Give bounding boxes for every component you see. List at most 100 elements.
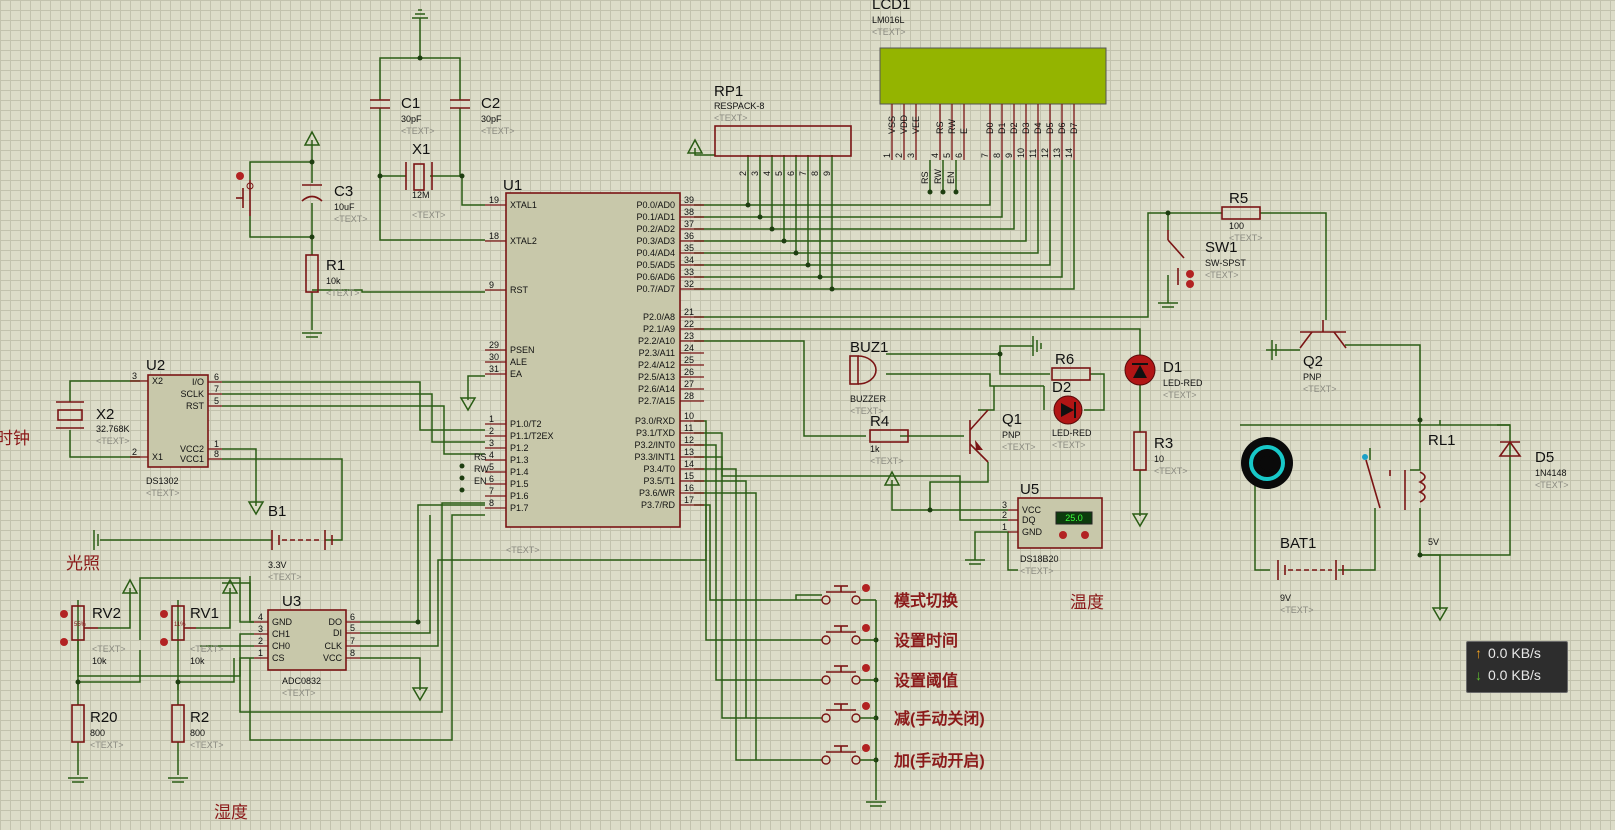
- d2-led[interactable]: D2 LED-RED <TEXT>: [1052, 379, 1092, 450]
- u1-pin-number: 39: [684, 195, 694, 205]
- rv2-ref: RV2: [92, 605, 121, 622]
- lcd-ref: LCD1: [872, 0, 910, 13]
- rv1-potentiometer[interactable]: 11% RV1 <TEXT> 10k: [160, 605, 224, 666]
- q1-transistor[interactable]: Q1 PNP <TEXT>: [969, 409, 1036, 463]
- lcd-pin-label: D6: [1057, 122, 1067, 134]
- r3[interactable]: R3 10 <TEXT>: [1133, 431, 1188, 476]
- u1-pin-label: P1.0/T2: [510, 419, 542, 429]
- r1[interactable]: R1 10k <TEXT>: [305, 254, 360, 298]
- rv2-text: <TEXT>: [92, 644, 126, 654]
- push-button[interactable]: 加(手动开启): [821, 744, 985, 770]
- u1-pin-label: P3.1/TXD: [636, 428, 676, 438]
- r4[interactable]: R4 1k <TEXT>: [869, 413, 909, 466]
- u1-pin-number: 15: [684, 471, 694, 481]
- push-buttons[interactable]: 模式切换设置时间设置阈值减(手动关闭) 加(手动开启): [821, 584, 985, 770]
- u2-pin-label: VCC2: [180, 444, 204, 454]
- u1-pin-label: P2.4/A12: [638, 360, 675, 370]
- schematic-canvas[interactable]: LCD1 LM016L <TEXT> VSS1VDD2VEE3RS4RW5E6D…: [0, 0, 1615, 830]
- r2[interactable]: R2 800 <TEXT>: [171, 704, 224, 750]
- push-button[interactable]: 设置阈值: [821, 664, 958, 690]
- r3-ref: R3: [1154, 435, 1173, 452]
- lcd-pin-label: D7: [1069, 122, 1079, 134]
- buz1-buzzer[interactable]: BUZ1 BUZZER <TEXT>: [849, 339, 888, 416]
- u1-pin-number: 36: [684, 231, 694, 241]
- bat1-ref: BAT1: [1280, 535, 1316, 552]
- r1-ref: R1: [326, 257, 345, 274]
- u1-pin-label: P2.6/A14: [638, 384, 675, 394]
- label-humidity: 湿度: [214, 803, 248, 822]
- r4-ref: R4: [870, 413, 889, 430]
- u3-pin-label: DI: [333, 628, 342, 638]
- u1-pin-label: P2.7/A15: [638, 396, 675, 406]
- d1-text: <TEXT>: [1163, 390, 1197, 400]
- push-button[interactable]: 模式切换: [821, 584, 959, 610]
- u1-pin-label: P1.4: [510, 467, 529, 477]
- x1[interactable]: X1 12M <TEXT>: [405, 141, 446, 220]
- lcd-pin-label: D1: [997, 122, 1007, 134]
- u3-pin-label: GND: [272, 617, 293, 627]
- u1-pin-number: 26: [684, 367, 694, 377]
- push-button-label: 模式切换: [894, 591, 959, 610]
- lcd1[interactable]: LCD1 LM016L <TEXT> VSS 1 VDD 2 VEE 3 RS 4 RW 5 E 6 D…: [872, 0, 1107, 160]
- lcd-net-label: RW: [933, 169, 943, 184]
- rv1-value: 10k: [190, 656, 205, 666]
- label-temperature: 温度: [1070, 593, 1104, 612]
- q1-ref: Q1: [1002, 411, 1022, 428]
- r3-text: <TEXT>: [1154, 466, 1188, 476]
- u1-microcontroller[interactable]: U1 <TEXT> 19 XTAL118 XTAL29 RST29 PSEN30 ALE3…: [474, 169, 956, 555]
- r20-ref: R20: [90, 709, 118, 726]
- r2-text: <TEXT>: [190, 740, 224, 750]
- u1-pin-number: 3: [489, 438, 494, 448]
- lcd-pins: VSS 1 VDD 2 VEE 3 RS 4 RW 5 E 6 D0 7 D1 8 D2 9 D3 10 D4 11 D5 1…: [882, 104, 1079, 160]
- push-button[interactable]: 设置时间: [821, 624, 958, 650]
- rp1-pin-number: 4: [762, 171, 772, 176]
- u1-pin-number: 27: [684, 379, 694, 389]
- sw1-switch[interactable]: SW1 SW-SPST <TEXT>: [1167, 230, 1246, 288]
- r5-ref: R5: [1229, 190, 1248, 207]
- r5[interactable]: R5 100 <TEXT>: [1221, 190, 1263, 243]
- rl1-relay[interactable]: RL1 5V: [1362, 432, 1456, 547]
- q2-ref: Q2: [1303, 353, 1323, 370]
- d5-text: <TEXT>: [1535, 480, 1569, 490]
- u1-pin-number: 32: [684, 279, 694, 289]
- u3-ref: U3: [282, 593, 301, 610]
- r6[interactable]: R6: [1051, 351, 1091, 381]
- u1-pin-label: P2.5/A13: [638, 372, 675, 382]
- lcd-text-placeholder: <TEXT>: [872, 27, 906, 37]
- u3-model: ADC0832: [282, 676, 321, 686]
- u1-pin-number: 31: [489, 364, 499, 374]
- u1-pin-number: 35: [684, 243, 694, 253]
- rp1-pin-number: 3: [750, 171, 760, 176]
- b1-battery[interactable]: B1 3.3V <TEXT>: [268, 503, 333, 582]
- x2[interactable]: X2 32.768K <TEXT>: [56, 401, 130, 446]
- q2-transistor[interactable]: Q2 PNP <TEXT>: [1299, 320, 1347, 394]
- u1-pin-label: P0.7/AD7: [636, 284, 675, 294]
- u2-ds1302[interactable]: U2 DS1302 <TEXT> 3 X2 2 X1 6 I/O 7 SCLK 5 RST 1 VCC…: [130, 357, 222, 498]
- u2-pin-number: 3: [132, 371, 137, 381]
- lcd-pin-label: RW: [947, 119, 957, 134]
- r1-value: 10k: [326, 276, 341, 286]
- lcd-pin-number: 5: [942, 153, 952, 158]
- b1-value: 3.3V: [268, 560, 287, 570]
- u3-pin-number: 2: [258, 636, 263, 646]
- rp1[interactable]: RP1 RESPACK-8 <TEXT> 23456789: [714, 83, 852, 176]
- u1-pin-label: XTAL2: [510, 236, 537, 246]
- u1-pin-number: 13: [684, 447, 694, 457]
- u3-adc0832[interactable]: U3 ADC0832 <TEXT> 4 GND 3 CH1 2 CH0 1 CS 6 DO 5 DI 7…: [254, 593, 360, 698]
- u1-net-label: RS: [474, 452, 487, 462]
- bat1-battery[interactable]: BAT1 9V <TEXT>: [1277, 535, 1344, 615]
- d1-led[interactable]: D1 LED-RED <TEXT>: [1124, 354, 1203, 400]
- u1-pin-number: 4: [489, 450, 494, 460]
- lcd-net-label: RS: [920, 171, 930, 184]
- u3-pin-label: DO: [329, 617, 343, 627]
- u5-ds18b20[interactable]: 25.0 U5 DS18B20 <TEXT> 3 VCC 2 DQ 1 GND: [1002, 481, 1103, 576]
- push-button[interactable]: 减(手动关闭): [821, 702, 985, 728]
- u1-pin-label: P2.2/A10: [638, 336, 675, 346]
- rv2-potentiometer[interactable]: 55% RV2 <TEXT> 10k: [60, 605, 126, 666]
- u1-pin-number: 25: [684, 355, 694, 365]
- motor[interactable]: [1241, 437, 1293, 489]
- r20[interactable]: R20 800 <TEXT>: [71, 704, 124, 750]
- u1-pin-number: 12: [684, 435, 694, 445]
- b1-ref: B1: [268, 503, 286, 520]
- u5-temp-display: 25.0: [1065, 513, 1083, 523]
